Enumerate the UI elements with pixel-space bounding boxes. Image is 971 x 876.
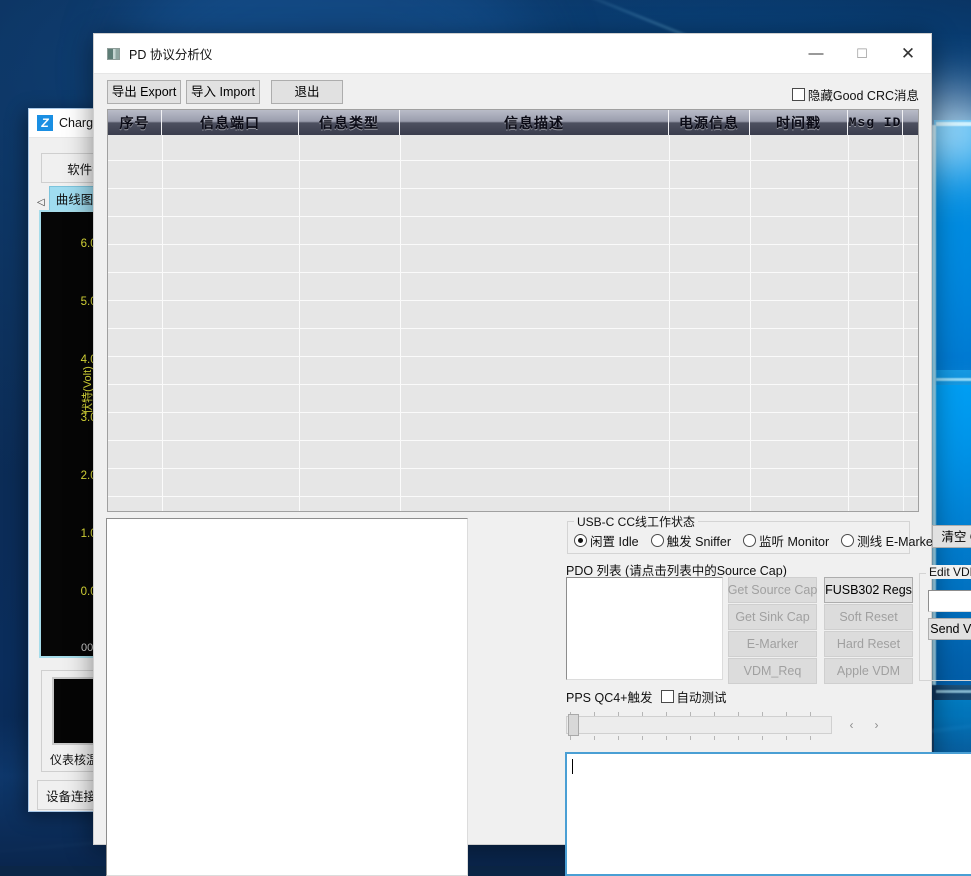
message-detail-pane[interactable] [106, 518, 468, 876]
cc-state-group-title: USB-C CC线工作状态 [574, 513, 698, 530]
table-gridline-h [108, 160, 918, 161]
message-table[interactable]: 序号 信息端口 信息类型 信息描述 电源信息 时间戳 Msg ID [107, 109, 919, 512]
hide-goodcrc-checkbox[interactable]: 隐藏Good CRC消息 [792, 85, 919, 104]
table-header-row: 序号 信息端口 信息类型 信息描述 电源信息 时间戳 Msg ID [108, 110, 918, 135]
radio-dot-icon [574, 534, 587, 547]
radio-dot-icon [651, 534, 664, 547]
pps-row: PPS QC4+触发 自动测试 [566, 687, 727, 706]
hide-goodcrc-label: 隐藏Good CRC消息 [808, 85, 919, 104]
table-gridline-h [108, 440, 918, 441]
table-gridline-h [108, 412, 918, 413]
maximize-button[interactable]: ☐ [839, 34, 885, 73]
wallpaper-window-edge [936, 690, 971, 693]
hard-reset-button[interactable]: Hard Reset [824, 631, 913, 657]
vdm-req-button[interactable]: VDM_Req [728, 658, 817, 684]
table-gridline-h [108, 272, 918, 273]
slider-step-arrows: ‹ › [839, 715, 889, 735]
cc-state-group: USB-C CC线工作状态 闲置 Idle 触发 Sniffer 监听 Moni… [567, 521, 910, 554]
radio-monitor-label: 监听 Monitor [759, 531, 829, 550]
get-sink-cap-button[interactable]: Get Sink Cap [728, 604, 817, 630]
auto-test-checkbox[interactable]: 自动测试 [661, 687, 727, 706]
get-source-cap-button[interactable]: Get Source Cap [728, 577, 817, 603]
slider-ticks-bottom [566, 736, 832, 740]
charge-app-title: Charg [59, 116, 93, 130]
close-button[interactable]: ✕ [885, 34, 931, 73]
pd-toolbar: 导出 Export 导入 Import 退出 隐藏Good CRC消息 [94, 73, 931, 110]
wallpaper-window-edge [936, 378, 971, 381]
table-gridline-h [108, 328, 918, 329]
window-controls: — ☐ ✕ [793, 34, 931, 73]
table-gridline-v [750, 135, 751, 512]
table-gridline-v [400, 135, 401, 512]
table-gridline-v [669, 135, 670, 512]
radio-sniffer[interactable]: 触发 Sniffer [651, 531, 731, 550]
column-header-timestamp[interactable]: 时间戳 [750, 110, 848, 135]
table-gridline-v [848, 135, 849, 512]
radio-idle-label: 闲置 Idle [590, 531, 639, 550]
slider-thumb[interactable] [568, 714, 579, 736]
radio-emarker[interactable]: 测线 E-Marker [841, 531, 937, 550]
cc-state-radio-group: 闲置 Idle 触发 Sniffer 监听 Monitor 测线 E-Marke… [574, 531, 937, 550]
radio-dot-icon [743, 534, 756, 547]
column-header-msg-id[interactable]: Msg ID [848, 110, 903, 135]
apple-vdm-button[interactable]: Apple VDM [824, 658, 913, 684]
e-marker-button[interactable]: E-Marker [728, 631, 817, 657]
table-gridline-h [108, 384, 918, 385]
table-gridline-v [299, 135, 300, 512]
table-gridline-h [108, 356, 918, 357]
table-gridline-v [162, 135, 163, 512]
soft-reset-button[interactable]: Soft Reset [824, 604, 913, 630]
table-gridline-h [108, 188, 918, 189]
radio-sniffer-label: 触发 Sniffer [667, 531, 731, 550]
pps-label: PPS QC4+触发 [566, 687, 653, 706]
minimize-button[interactable]: — [793, 34, 839, 73]
command-log-textarea[interactable]: ▲ ▼ [565, 752, 971, 876]
table-gridline-h [108, 468, 918, 469]
slider-track[interactable] [566, 716, 832, 734]
pd-analyzer-window[interactable]: PD 协议分析仪 — ☐ ✕ 导出 Export 导入 Import 退出 隐藏… [93, 33, 932, 845]
edit-vdm-group: Edit VDM Send VDM [919, 573, 971, 681]
pd-app-icon [107, 48, 120, 60]
text-caret [572, 759, 573, 774]
column-header-type[interactable]: 信息类型 [299, 110, 400, 135]
table-gridline-h [108, 496, 918, 497]
pd-window-titlebar[interactable]: PD 协议分析仪 — ☐ ✕ [94, 34, 931, 73]
radio-monitor[interactable]: 监听 Monitor [743, 531, 829, 550]
edit-vdm-title: Edit VDM [926, 565, 971, 579]
vdm-input[interactable] [928, 590, 971, 612]
pps-voltage-slider[interactable] [566, 712, 832, 738]
clear-button[interactable]: 清空 Clear [932, 525, 971, 548]
radio-idle[interactable]: 闲置 Idle [574, 531, 639, 550]
column-header-power-info[interactable]: 电源信息 [669, 110, 750, 135]
pd-window-title: PD 协议分析仪 [129, 44, 212, 63]
auto-test-label: 自动测试 [677, 687, 727, 706]
table-gridline-v [903, 135, 904, 512]
column-header-port[interactable]: 信息端口 [162, 110, 299, 135]
quit-button[interactable]: 退出 [271, 80, 343, 104]
checkbox-box-icon [792, 88, 805, 101]
table-gridline-h [108, 244, 918, 245]
radio-dot-icon [841, 534, 854, 547]
column-header-description[interactable]: 信息描述 [400, 110, 669, 135]
import-button[interactable]: 导入 Import [186, 80, 260, 104]
table-body[interactable] [108, 135, 918, 512]
export-button[interactable]: 导出 Export [107, 80, 181, 104]
slider-prev-arrow-icon[interactable]: ‹ [850, 718, 854, 732]
table-gridline-h [108, 216, 918, 217]
pdo-list[interactable] [566, 577, 723, 680]
charge-app-logo-icon: Z [37, 115, 53, 131]
send-vdm-button[interactable]: Send VDM [928, 618, 971, 640]
tab-scroll-left-icon[interactable]: ◁ [29, 197, 49, 211]
slider-next-arrow-icon[interactable]: › [875, 718, 879, 732]
radio-emarker-label: 测线 E-Marker [857, 531, 937, 550]
column-header-index[interactable]: 序号 [108, 110, 162, 135]
table-gridline-h [108, 300, 918, 301]
fusb302-regs-button[interactable]: FUSB302 Regs [824, 577, 913, 603]
checkbox-box-icon [661, 690, 674, 703]
